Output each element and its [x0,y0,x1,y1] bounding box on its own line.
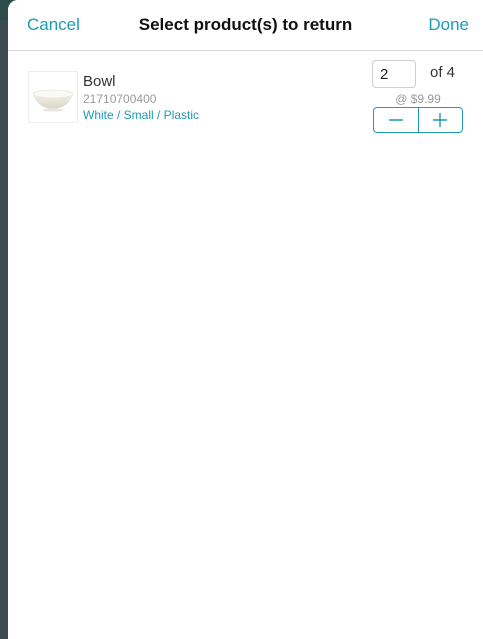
increment-button[interactable] [419,108,463,132]
return-product-sheet: Cancel Select product(s) to return Done … [8,0,483,639]
quantity-total-label: of 4 [430,64,456,81]
decrement-button[interactable] [374,108,418,132]
minus-icon [388,119,403,121]
product-variant: White / Small / Plastic [83,108,200,122]
product-name: Bowl [83,73,116,90]
bowl-image-icon [32,89,74,112]
page-title: Select product(s) to return [138,15,353,34]
product-thumbnail [28,71,78,123]
product-list-item: Bowl 21710700400 White / Small / Plastic… [8,51,483,151]
navigation-bar: Cancel Select product(s) to return Done [8,0,483,51]
unit-price: @ $9.99 [395,92,441,106]
return-quantity-input[interactable] [372,60,416,88]
quantity-stepper [373,107,463,133]
plus-icon [433,113,448,127]
done-button[interactable]: Done [428,15,469,35]
product-sku: 21710700400 [83,92,157,106]
